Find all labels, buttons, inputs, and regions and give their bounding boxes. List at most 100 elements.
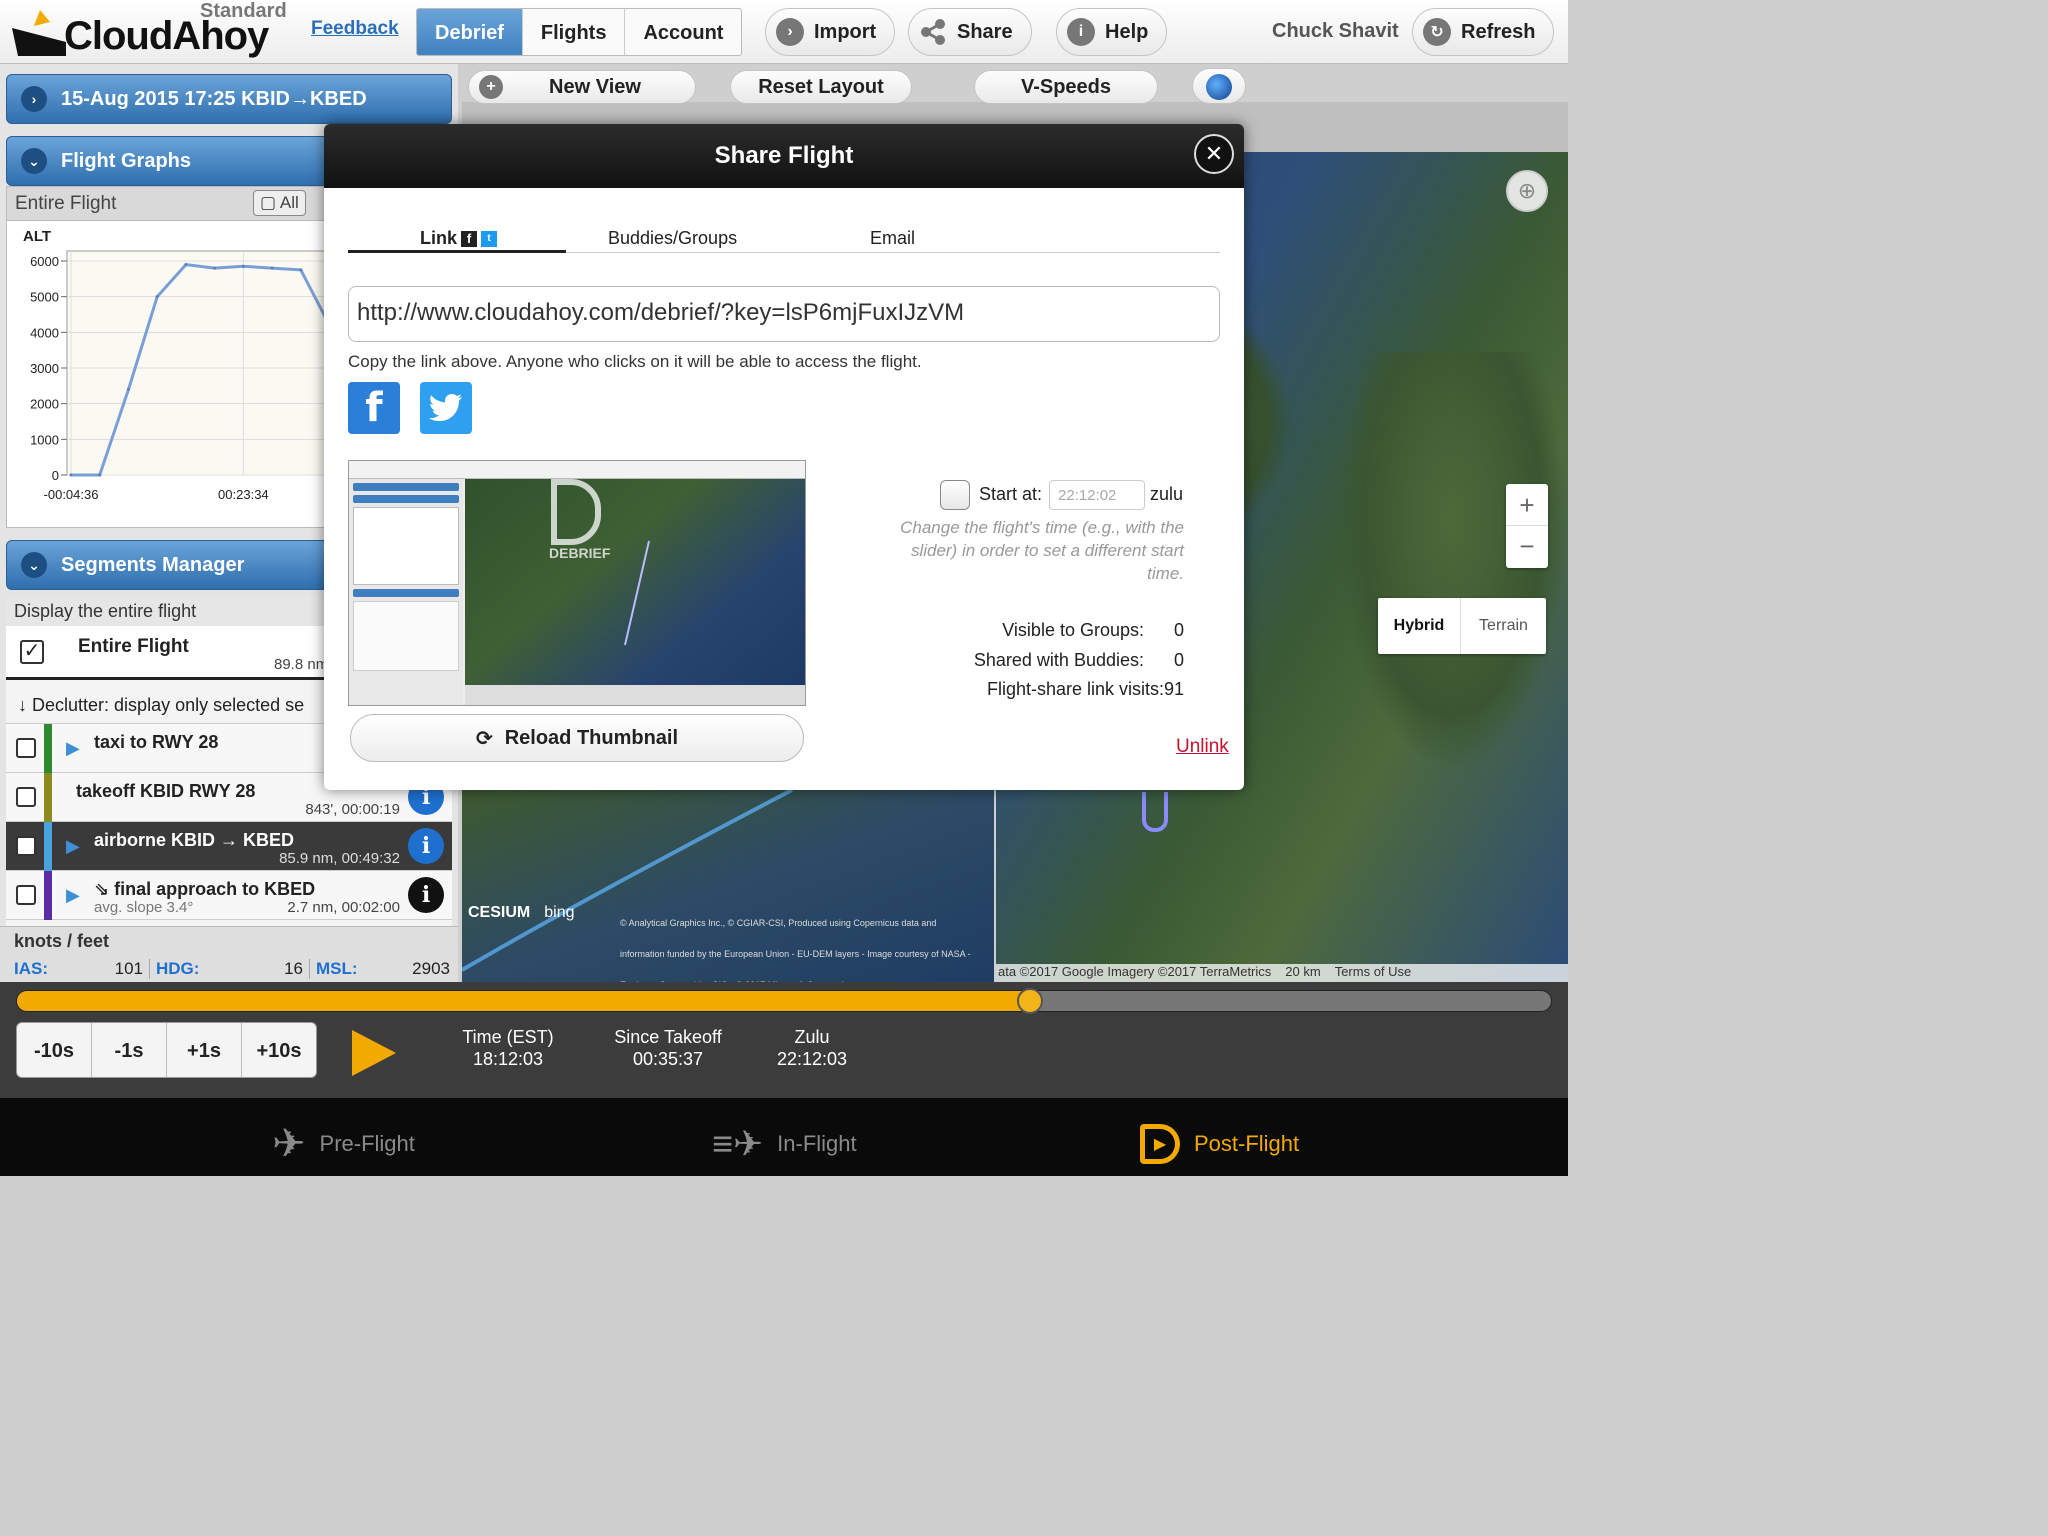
segment-sub: avg. slope 3.4°: [94, 899, 194, 916]
map-attribution-text: ata ©2017 Google Imagery ©2017 TerraMetr…: [998, 964, 1272, 979]
step-plus-10s-button[interactable]: +10s: [242, 1023, 316, 1077]
reload-thumbnail-button[interactable]: ⟳ Reload Thumbnail: [350, 714, 804, 762]
google-earth-button[interactable]: [1192, 68, 1246, 104]
help-label: Help: [1105, 20, 1149, 43]
link-visits-value: 91: [1163, 679, 1184, 699]
since-takeoff-value: 00:35:37: [632, 1049, 704, 1069]
reset-layout-button[interactable]: Reset Layout: [730, 70, 912, 104]
time-est: Time (EST) 18:12:03: [428, 1026, 588, 1070]
tab-debrief[interactable]: Debrief: [417, 9, 523, 55]
refresh-icon: ⟳: [475, 727, 493, 750]
main-tabs: Debrief Flights Account: [416, 8, 743, 56]
facebook-icon[interactable]: f: [348, 382, 400, 434]
time-est-label: Time (EST): [462, 1027, 554, 1047]
chart-ytick-label: 6000: [30, 254, 59, 269]
step-minus-1s-button[interactable]: -1s: [92, 1023, 167, 1077]
chart-point: [241, 264, 245, 268]
start-at-checkbox[interactable]: [940, 480, 970, 510]
segment-meta: 85.9 nm, 00:49:32: [279, 850, 400, 867]
segment-checkbox[interactable]: [16, 738, 36, 758]
map-type-hybrid[interactable]: Hybrid: [1378, 598, 1460, 654]
info-icon: i: [1067, 18, 1095, 46]
play-icon[interactable]: ▶: [66, 885, 80, 906]
unlink-link[interactable]: Unlink: [1176, 736, 1229, 758]
play-icon[interactable]: [350, 1028, 398, 1078]
modal-title: Share Flight: [324, 124, 1244, 188]
vspeeds-button[interactable]: V-Speeds: [974, 70, 1158, 104]
import-button[interactable]: › Import: [765, 8, 896, 56]
zulu-time-value: 22:12:03: [776, 1049, 848, 1069]
chart-point: [213, 266, 217, 270]
zoom-out-button[interactable]: −: [1506, 526, 1548, 568]
time-slider-handle[interactable]: [1016, 988, 1043, 1014]
all-toggle[interactable]: ▢ All: [253, 190, 306, 216]
map-type-terrain[interactable]: Terrain: [1460, 598, 1546, 654]
nav-postflight[interactable]: ▶ Post-Flight: [1140, 1124, 1299, 1164]
msl-value: 2903: [412, 959, 450, 978]
time-est-value: 18:12:03: [472, 1049, 544, 1069]
nav-inflight[interactable]: ≡✈ In-Flight: [712, 1124, 857, 1164]
facebook-mini-icon: f: [461, 230, 478, 247]
ias-value: 101: [114, 959, 143, 978]
tab-link[interactable]: Link f t: [420, 228, 498, 249]
cesium-globe[interactable]: CESIUM bing © Analytical Graphics Inc., …: [462, 790, 994, 990]
tab-account[interactable]: Account: [625, 9, 741, 55]
time-slider[interactable]: [16, 990, 1552, 1012]
help-button[interactable]: i Help: [1056, 8, 1168, 56]
share-flight-modal: Share Flight ✕ Link f t Buddies/Groups E…: [324, 124, 1244, 790]
segment-checkbox[interactable]: [16, 836, 36, 856]
share-url-field[interactable]: http://www.cloudahoy.com/debrief/?key=ls…: [348, 286, 1220, 342]
user-name[interactable]: Chuck Shavit: [1272, 20, 1399, 43]
step-buttons: -10s -1s +1s +10s: [16, 1022, 317, 1078]
info-icon[interactable]: i: [408, 877, 444, 913]
play-icon[interactable]: ▶: [66, 738, 80, 759]
start-time-input[interactable]: 22:12:02: [1049, 480, 1145, 510]
step-minus-10s-button[interactable]: -10s: [17, 1023, 92, 1077]
readout-values: IAS: 101 HDG: 16 MSL: 2903: [14, 959, 450, 979]
play-icon[interactable]: ▶: [66, 836, 80, 857]
close-icon[interactable]: ✕: [1194, 134, 1234, 174]
hdg-value: 16: [284, 959, 303, 978]
tab-email[interactable]: Email: [870, 228, 915, 249]
segment-name: ⇘ final approach to KBED: [94, 879, 316, 899]
thumb-map: DEBRIEF: [465, 479, 805, 685]
segment-row[interactable]: ▶ ⇘ final approach to KBED 2.7 nm, 00:02:0…: [6, 871, 452, 920]
nav-preflight[interactable]: ✈ Pre-Flight: [272, 1124, 415, 1164]
flight-title: 15-Aug 2015 17:25 KBID→KBED: [61, 87, 367, 110]
chart-ytick-label: 5000: [30, 290, 59, 305]
share-button[interactable]: Share: [908, 8, 1032, 56]
info-icon[interactable]: i: [408, 828, 444, 864]
chevron-down-icon: ⌄: [21, 552, 47, 578]
feedback-link[interactable]: Feedback: [311, 18, 399, 40]
location-target-icon[interactable]: ⊕: [1506, 170, 1548, 212]
segment-name: airborne KBID → KBED: [94, 830, 295, 850]
segment-color-bar: [44, 773, 52, 822]
segment-name: taxi to RWY 28: [94, 732, 219, 752]
cloudahoy-logo-icon: [12, 10, 66, 56]
segment-meta: 2.7 nm, 00:02:00: [287, 899, 400, 916]
zulu-time-label: Zulu: [794, 1027, 830, 1047]
nav-inflight-label: In-Flight: [777, 1131, 857, 1156]
since-takeoff-label: Since Takeoff: [614, 1027, 722, 1047]
new-view-button[interactable]: + New View: [468, 70, 696, 104]
zoom-in-button[interactable]: +: [1506, 484, 1548, 526]
map-terms-link[interactable]: Terms of Use: [1335, 964, 1412, 982]
chart-ytick-label: 2000: [30, 397, 59, 412]
twitter-mini-icon: t: [481, 230, 498, 247]
flight-header[interactable]: › 15-Aug 2015 17:25 KBID→KBED: [6, 74, 452, 124]
step-plus-1s-button[interactable]: +1s: [167, 1023, 242, 1077]
units-label: knots / feet: [14, 931, 110, 951]
map-attribution: ata ©2017 Google Imagery ©2017 TerraMetr…: [996, 964, 1568, 982]
twitter-icon[interactable]: [420, 382, 472, 434]
plus-icon: +: [479, 75, 503, 99]
segment-row[interactable]: ▶ airborne KBID → KBED 85.9 nm, 00:49:32 i: [6, 822, 452, 871]
chart-point: [155, 295, 159, 299]
chart-xtick-label: -00:04:36: [44, 487, 99, 502]
entire-flight-checkbox[interactable]: ✓: [20, 640, 44, 664]
msl-label: MSL:: [316, 959, 358, 978]
refresh-button[interactable]: ↻ Refresh: [1412, 8, 1555, 56]
tab-flights[interactable]: Flights: [523, 9, 626, 55]
segment-checkbox[interactable]: [16, 787, 36, 807]
segment-checkbox[interactable]: [16, 885, 36, 905]
tab-buddies-groups[interactable]: Buddies/Groups: [608, 228, 737, 249]
